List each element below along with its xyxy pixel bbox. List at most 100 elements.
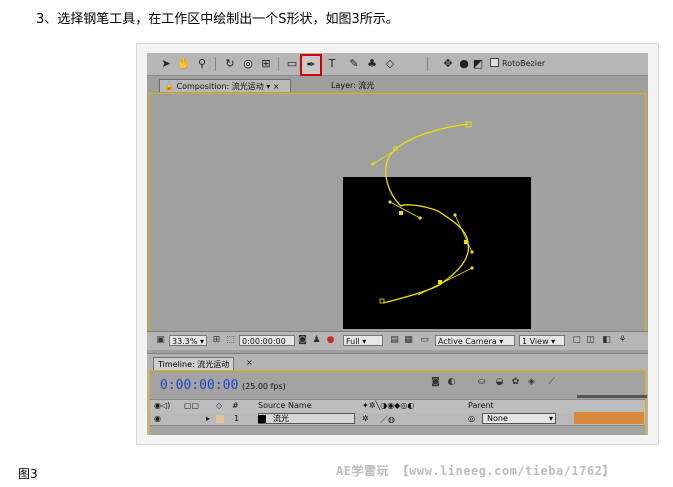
- timeline-panel: Timeline: 流光运动 × 0:00:00:00 (25.00 fps) …: [147, 353, 648, 435]
- tab-composition[interactable]: 🔓 Composition: 流光运动 ▾ ×: [159, 79, 291, 92]
- resolution-dropdown[interactable]: Full ▾: [343, 335, 383, 346]
- quality-switch-icon[interactable]: ／◍: [380, 414, 395, 425]
- fast-preview-icon[interactable]: ◫: [585, 335, 596, 346]
- handle-point[interactable]: [470, 266, 474, 270]
- orbit-camera-tool-icon[interactable]: ◎: [241, 57, 255, 71]
- close-icon[interactable]: ×: [273, 82, 280, 91]
- parent-dropdown[interactable]: None ▾: [482, 413, 556, 424]
- handle-point[interactable]: [418, 216, 422, 220]
- layer-type-icon: [258, 415, 266, 423]
- resolution-value: Full: [346, 337, 360, 346]
- toolbar-divider: [215, 57, 216, 71]
- layer-name-text: 流光: [273, 414, 289, 423]
- transparency-grid-icon[interactable]: ▦: [403, 335, 414, 346]
- lock-icon: ▢▢: [184, 401, 200, 410]
- magnification-dropdown[interactable]: 33.3% ▾: [169, 335, 207, 346]
- view-axis-mode-icon[interactable]: ◩: [471, 57, 485, 71]
- collapse-switch-icon[interactable]: ✲: [362, 414, 369, 423]
- column-number: #: [232, 401, 239, 410]
- brush-tool-icon[interactable]: ✎: [347, 57, 361, 71]
- current-time-field[interactable]: 0:00:00:00: [239, 335, 295, 346]
- tools-toolbar: ➤ ✋ ⚲ ↻ ◎ ⊞ ▭ ✒ T ✎ ♣ ◇ ✥ ● ◩ RotoBezier: [147, 53, 648, 76]
- layer-duration-bar[interactable]: [574, 412, 644, 424]
- color-channels-icon[interactable]: ●: [325, 335, 336, 346]
- graph-editor-icon[interactable]: ⟋: [546, 377, 557, 388]
- chevron-down-icon[interactable]: ▾: [549, 414, 555, 423]
- after-effects-window: ➤ ✋ ⚲ ↻ ◎ ⊞ ▭ ✒ T ✎ ♣ ◇ ✥ ● ◩ RotoBezier…: [147, 53, 648, 435]
- timeline-content: 0:00:00:00 (25.00 fps) ◙ ◐ ⛀ ◒ ✿ ◈ ⟋ ◉◁)…: [149, 370, 647, 435]
- frame-blending-icon[interactable]: ⛀: [476, 377, 487, 388]
- grid-icon[interactable]: ⊞: [211, 335, 222, 346]
- magnification-value: 33.3%: [172, 337, 198, 346]
- eraser-tool-icon[interactable]: ◇: [383, 57, 397, 71]
- tab-layer[interactable]: Layer: 流光: [327, 79, 417, 92]
- layer-row[interactable]: ◉ ▸ 1 流光 ✲ ／◍ ◎ None ▾: [150, 413, 645, 426]
- av-features-icon: ◉◁): [154, 401, 171, 410]
- column-source-name[interactable]: Source Name: [258, 401, 312, 410]
- pen-tool-icon[interactable]: ✒: [300, 54, 322, 76]
- draft-3d-icon[interactable]: ◈: [526, 377, 537, 388]
- time-navigator[interactable]: [577, 395, 647, 398]
- current-time-value: 0:00:00:00: [242, 337, 286, 346]
- layer-name[interactable]: 流光: [258, 413, 355, 424]
- chevron-down-icon[interactable]: ▾: [266, 82, 270, 91]
- layer-tab-label: Layer: 流光: [331, 81, 375, 90]
- tab-timeline[interactable]: Timeline: 流光运动: [153, 357, 235, 371]
- label-column-icon: ◇: [216, 401, 223, 410]
- toolbar-divider: [278, 57, 279, 71]
- fast-previews-icon[interactable]: ▤: [389, 335, 400, 346]
- region-of-interest-icon[interactable]: ⬚: [225, 335, 236, 346]
- show-snapshot-icon[interactable]: ♟: [311, 335, 322, 346]
- snapshot-icon[interactable]: ◙: [297, 335, 308, 346]
- rectangle-mask-tool-icon[interactable]: ▭: [285, 57, 299, 71]
- step-instruction: 3、选择钢笔工具，在工作区中绘制出一个S形状，如图3所示。: [36, 12, 399, 27]
- view-layout-dropdown[interactable]: 1 View ▾: [519, 335, 565, 346]
- rotobezier-option[interactable]: RotoBezier: [490, 58, 545, 68]
- flowchart-icon[interactable]: ⚘: [617, 335, 628, 346]
- figure-label: 图3: [18, 467, 38, 481]
- close-icon[interactable]: ×: [246, 358, 253, 367]
- layer-label-color[interactable]: [216, 415, 224, 423]
- layer-index: 1: [234, 414, 240, 423]
- text-tool-icon[interactable]: T: [325, 57, 339, 71]
- clone-stamp-tool-icon[interactable]: ♣: [365, 57, 379, 71]
- selection-tool-icon[interactable]: ➤: [159, 57, 173, 71]
- watermark: AE学雷玩 【www.lineeg.com/tieba/1762】: [336, 464, 615, 478]
- anchor-point[interactable]: [438, 280, 442, 284]
- composition-tab-label: Composition: 流光运动: [176, 82, 264, 91]
- anchor-point[interactable]: [464, 240, 468, 244]
- lock-icon[interactable]: 🔓: [164, 82, 174, 91]
- camera-view-icon[interactable]: ▭: [419, 335, 430, 346]
- column-parent[interactable]: Parent: [468, 401, 494, 410]
- pickwhip-icon[interactable]: ◎: [468, 414, 475, 423]
- composition-viewer[interactable]: [149, 93, 646, 348]
- expand-arrow-icon[interactable]: ▸: [206, 414, 210, 423]
- brainstorm-icon[interactable]: ✿: [510, 377, 521, 388]
- timeline-icon[interactable]: ◧: [601, 335, 612, 346]
- rotobezier-checkbox[interactable]: [490, 58, 499, 67]
- timeline-current-time[interactable]: 0:00:00:00: [160, 378, 238, 393]
- camera-value: Active Camera: [438, 337, 497, 346]
- composition-canvas[interactable]: [150, 94, 647, 334]
- pan-behind-tool-icon[interactable]: ⊞: [259, 57, 273, 71]
- handle-point[interactable]: [388, 200, 392, 204]
- local-axis-mode-icon[interactable]: ✥: [441, 57, 455, 71]
- comp-mini-flowchart-icon[interactable]: ◙: [430, 377, 441, 388]
- handle-point[interactable]: [470, 250, 474, 254]
- always-preview-icon[interactable]: ▣: [155, 335, 166, 346]
- hand-tool-icon[interactable]: ✋: [177, 57, 191, 71]
- handle-point[interactable]: [453, 213, 457, 217]
- rotate-tool-icon[interactable]: ↻: [223, 57, 237, 71]
- composition-frame: [343, 177, 531, 329]
- eye-icon[interactable]: ◉: [154, 414, 161, 423]
- anchor-point[interactable]: [399, 211, 403, 215]
- handle-point[interactable]: [371, 162, 375, 166]
- toggle-pixel-aspect-icon[interactable]: ▢: [571, 335, 582, 346]
- motion-blur-icon[interactable]: ◒: [494, 377, 505, 388]
- shy-layers-icon[interactable]: ◐: [446, 377, 457, 388]
- viewer-tab-bar: 🔓 Composition: 流光运动 ▾ × Layer: 流光: [147, 77, 648, 93]
- world-axis-mode-icon[interactable]: ●: [457, 57, 471, 71]
- zoom-tool-icon[interactable]: ⚲: [195, 57, 209, 71]
- camera-dropdown[interactable]: Active Camera ▾: [435, 335, 515, 346]
- rotobezier-label: RotoBezier: [502, 59, 546, 68]
